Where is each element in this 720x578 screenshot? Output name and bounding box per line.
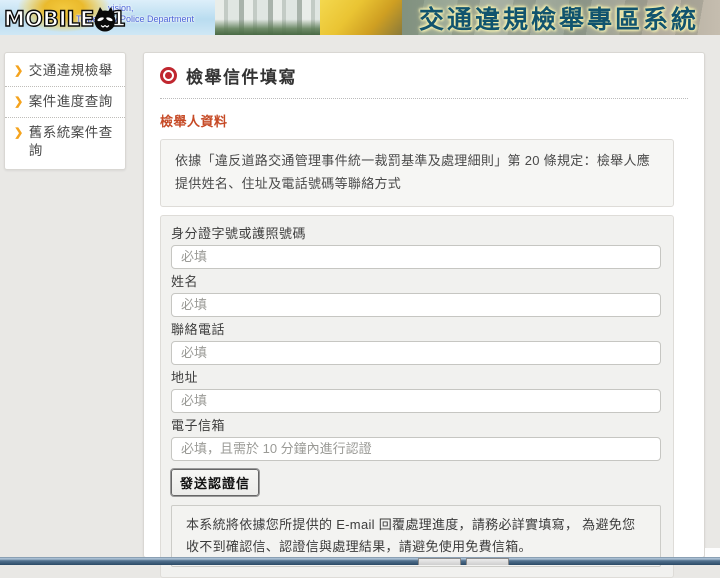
- watermark-text: MOBILE: [3, 6, 95, 31]
- sidebar-item-report-violation[interactable]: ❯ 交通違規檢舉: [5, 56, 125, 87]
- bottom-bar-button[interactable]: [466, 558, 509, 565]
- field-id-number: 身分證字號或護照號碼: [171, 226, 661, 269]
- field-email: 電子信箱: [171, 418, 661, 461]
- address-label: 地址: [171, 369, 199, 385]
- sidebar-menu: ❯ 交通違規檢舉 ❯ 案件進度查詢 ❯ 舊系統案件查詢: [4, 52, 126, 170]
- field-address: 地址: [171, 370, 661, 413]
- id-number-input[interactable]: [171, 244, 661, 269]
- watermark-suffix: 1: [111, 6, 127, 31]
- phone-label: 聯絡電話: [171, 321, 226, 337]
- reporter-form: 身分證字號或護照號碼 姓名 聯絡電話 地址 電子信箱 發送認證信 本系統將依據您…: [160, 214, 674, 578]
- separator: [160, 98, 688, 99]
- id-number-label: 身分證字號或護照號碼: [171, 225, 307, 241]
- send-verification-button[interactable]: 發送認證信: [169, 467, 261, 497]
- sidebar-item-case-progress[interactable]: ❯ 案件進度查詢: [5, 87, 125, 118]
- name-input[interactable]: [171, 292, 661, 317]
- address-input[interactable]: [171, 388, 661, 413]
- sidebar-item-label: 舊系統案件查詢: [28, 125, 113, 158]
- chevron-right-icon: ❯: [14, 127, 24, 139]
- email-label: 電子信箱: [171, 417, 226, 433]
- name-label: 姓名: [171, 273, 199, 289]
- phone-input[interactable]: [171, 340, 661, 365]
- email-input[interactable]: [171, 436, 661, 461]
- bullseye-icon: [160, 66, 177, 84]
- scrollbar-corner: [705, 548, 720, 557]
- sidebar-item-old-system-query[interactable]: ❯ 舊系統案件查詢: [5, 118, 125, 166]
- chevron-right-icon: ❯: [14, 65, 24, 77]
- site-title: 交通違規檢舉專區系統: [418, 5, 699, 34]
- page-title: 檢舉信件填寫: [186, 67, 297, 87]
- section-title-reporter-info: 檢舉人資料: [160, 114, 228, 129]
- bottom-scrollbar[interactable]: [0, 557, 720, 565]
- main-panel: 檢舉信件填寫 檢舉人資料 依據「違反道路交通管理事件統一裁罰基準及處理細則」第 …: [143, 52, 705, 578]
- bottom-bar-button[interactable]: [418, 558, 461, 565]
- field-phone: 聯絡電話: [171, 322, 661, 365]
- chevron-right-icon: ❯: [14, 96, 24, 108]
- sidebar-item-label: 交通違規檢舉: [28, 63, 113, 78]
- field-name: 姓名: [171, 274, 661, 317]
- banner-buildings-photo: [215, 0, 320, 35]
- regulation-info-box: 依據「違反道路交通管理事件統一裁罰基準及處理細則」第 20 條規定：檢舉人應提供…: [160, 139, 674, 207]
- sidebar-item-label: 案件進度查詢: [28, 94, 113, 109]
- page-title-row: 檢舉信件填寫: [160, 65, 688, 87]
- mobile01-watermark: MOBILE 1: [3, 6, 127, 32]
- banner-vehicle-photo: [320, 0, 402, 35]
